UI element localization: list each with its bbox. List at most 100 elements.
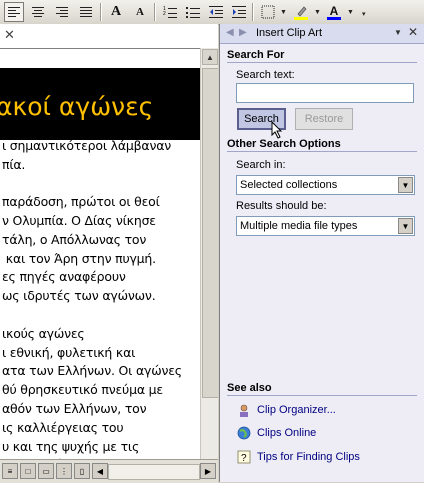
- document-line: παράδοση, πρώτοι οι θεοί: [2, 194, 160, 210]
- scroll-left-icon[interactable]: ◀: [92, 463, 108, 479]
- grow-font-icon: A: [110, 4, 122, 19]
- document-line: πανελλήνιους αγώνες στην: [2, 119, 169, 134]
- pane-menu-icon[interactable]: ▼: [394, 28, 402, 37]
- align-right-icon: [56, 7, 68, 17]
- chevron-down-icon[interactable]: ▼: [398, 177, 413, 193]
- align-left-button[interactable]: [4, 2, 24, 22]
- task-pane-title: Insert Clip Art: [256, 27, 323, 39]
- vertical-scrollbar[interactable]: ▲: [200, 48, 218, 459]
- justify-button[interactable]: [76, 2, 96, 22]
- borders-icon: [261, 5, 275, 19]
- document-line: ι εθνική, φυλετική και: [2, 344, 136, 360]
- highlight-dropdown-icon[interactable]: ▼: [314, 9, 321, 16]
- align-left-icon: [8, 7, 20, 17]
- increase-indent-button[interactable]: [229, 2, 249, 22]
- restore-button[interactable]: Restore: [295, 108, 353, 130]
- tips-label[interactable]: Tips for Finding Clips: [257, 451, 360, 463]
- numbering-button[interactable]: 1 2: [160, 2, 180, 22]
- toolbar-separator: [154, 3, 156, 21]
- task-pane-header: ◀ ▶ Insert Clip Art ▼ ✕: [220, 24, 424, 44]
- document-line: ως ιδρυτές των αγώνων.: [2, 288, 156, 304]
- mouse-pointer-icon: [271, 121, 283, 139]
- horizontal-scrollbar[interactable]: [108, 464, 200, 480]
- clip-organizer-label[interactable]: Clip Organizer...: [257, 404, 336, 416]
- scrollbar-thumb[interactable]: [202, 68, 218, 398]
- shrink-font-icon: A: [136, 6, 144, 18]
- search-text-label: Search text:: [236, 69, 295, 81]
- search-in-label: Search in:: [236, 159, 286, 171]
- close-pane-icon[interactable]: ✕: [408, 25, 418, 39]
- chevron-down-icon[interactable]: ▼: [398, 218, 413, 234]
- bulleted-list-icon: [186, 7, 200, 18]
- highlight-button[interactable]: [291, 2, 311, 22]
- section-divider: [227, 151, 417, 152]
- document-body[interactable]: πανελλήνιους αγώνες στην ι σημαντικότεροι…: [2, 118, 218, 459]
- toolbar-separator: [100, 3, 102, 21]
- font-color-dropdown-icon[interactable]: ▼: [347, 9, 354, 16]
- close-document-icon[interactable]: ✕: [4, 27, 15, 43]
- forward-icon[interactable]: ▶: [239, 27, 247, 38]
- align-center-icon: [32, 7, 44, 17]
- document-line: ες πηγές αναφέρουν: [2, 269, 126, 285]
- svg-text:2: 2: [163, 11, 166, 17]
- document-line: υ και της ψυχής με τις: [2, 438, 140, 454]
- numbered-list-icon: 1 2: [163, 6, 177, 18]
- align-right-button[interactable]: [52, 2, 72, 22]
- search-in-select[interactable]: Selected collections ▼: [236, 175, 415, 195]
- formatting-toolbar: A A 1 2 ▼ ▼ A ▼ ▾: [0, 0, 424, 25]
- document-line: ικούς αγώνες: [2, 325, 85, 341]
- document-heading: ακοί αγώνες: [0, 92, 154, 121]
- decrease-indent-button[interactable]: [206, 2, 226, 22]
- document-line: ις καλλιέργειας του: [2, 419, 124, 435]
- search-in-value: Selected collections: [240, 179, 338, 191]
- document-line: ν Ολυμπία. Ο Δίας νίκησε: [2, 212, 156, 228]
- document-line: θύ θρησκευτικό πνεύμα με: [2, 382, 163, 398]
- normal-view-icon[interactable]: ≡: [2, 463, 18, 479]
- search-text-input[interactable]: [236, 83, 414, 103]
- results-value: Multiple media file types: [240, 220, 358, 232]
- document-area: ✕ ακοί αγώνες πανελλήνιους αγώνες στην ι …: [0, 24, 218, 459]
- print-view-icon[interactable]: ▭: [38, 463, 54, 479]
- toolbar-options-icon[interactable]: ▾: [362, 10, 366, 18]
- document-line: ι σημαντικότεροι λάμβαναν: [2, 137, 172, 153]
- section-divider: [227, 395, 417, 396]
- justify-icon: [80, 7, 92, 17]
- results-select[interactable]: Multiple media file types ▼: [236, 216, 415, 236]
- clips-online-label[interactable]: Clips Online: [257, 427, 316, 439]
- document-line: πία.: [2, 156, 26, 172]
- borders-dropdown-icon[interactable]: ▼: [280, 9, 287, 16]
- highlighter-icon: [294, 6, 308, 20]
- section-divider: [227, 62, 417, 63]
- document-line: τάλη, ο Απόλλωνας τον: [2, 231, 147, 247]
- align-center-button[interactable]: [28, 2, 48, 22]
- clip-art-task-pane: ◀ ▶ Insert Clip Art ▼ ✕ Search For Searc…: [219, 24, 424, 482]
- back-icon[interactable]: ◀: [226, 27, 234, 38]
- scroll-right-icon[interactable]: ▶: [200, 463, 216, 479]
- help-icon: ?: [236, 449, 251, 464]
- globe-icon: [236, 425, 251, 440]
- increase-indent-icon: [232, 6, 246, 18]
- clip-organizer-link[interactable]: Clip Organizer...: [236, 402, 336, 417]
- results-label: Results should be:: [236, 200, 327, 212]
- shrink-font-button[interactable]: A: [130, 2, 150, 22]
- outline-view-icon[interactable]: ⋮: [56, 463, 72, 479]
- bullets-button[interactable]: [183, 2, 203, 22]
- clip-organizer-icon: [236, 402, 251, 417]
- decrease-indent-icon: [209, 6, 223, 18]
- borders-button[interactable]: [258, 2, 278, 22]
- web-view-icon[interactable]: □: [20, 463, 36, 479]
- search-for-heading: Search For: [227, 49, 285, 61]
- grow-font-button[interactable]: A: [106, 2, 126, 22]
- see-also-heading: See also: [227, 382, 272, 394]
- clips-online-link[interactable]: Clips Online: [236, 425, 316, 440]
- reading-view-icon[interactable]: ▯: [74, 463, 90, 479]
- toolbar-separator: [252, 3, 254, 21]
- font-color-button[interactable]: A: [324, 2, 344, 22]
- tips-for-finding-clips-link[interactable]: ? Tips for Finding Clips: [236, 449, 360, 464]
- horizontal-scroll-area: ≡ □ ▭ ⋮ ▯ ◀ ▶: [0, 459, 218, 483]
- scroll-up-icon[interactable]: ▲: [202, 49, 218, 65]
- document-line: ατα των Ελλήνων. Οι αγώνες: [2, 363, 182, 379]
- document-line: αθόν των Ελλήνων, τον: [2, 400, 147, 416]
